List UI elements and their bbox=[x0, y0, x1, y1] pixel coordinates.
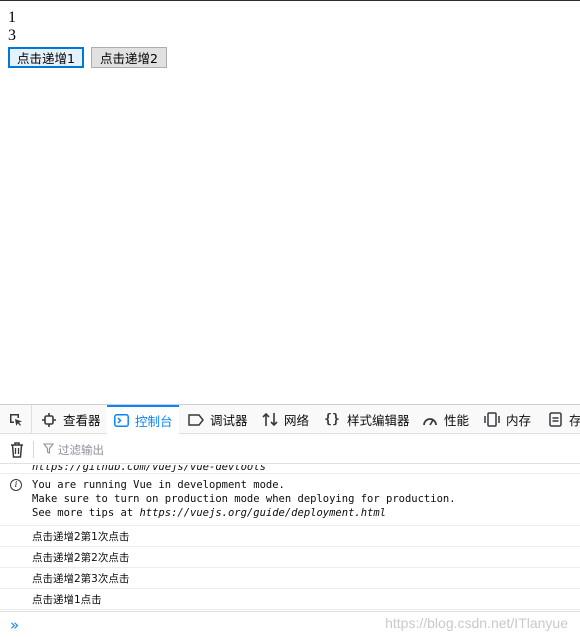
tab-memory[interactable]: 内存 bbox=[484, 405, 531, 434]
log-entry-message: 点击递增2第2次点击 bbox=[0, 547, 580, 568]
tab-storage-label: 存 bbox=[569, 413, 580, 428]
tab-console-label: 控制台 bbox=[135, 414, 173, 429]
log-entry-vue-info: i You are running Vue in development mod… bbox=[0, 474, 580, 526]
memory-icon bbox=[484, 412, 500, 428]
filter-funnel-icon bbox=[42, 442, 55, 457]
window-top-border bbox=[0, 0, 580, 1]
increment-2-button[interactable]: 点击递增2 bbox=[90, 47, 167, 68]
vue-info-line-1: You are running Vue in development mode. bbox=[32, 479, 285, 491]
log-entry-message: 点击递增1点击 bbox=[0, 589, 580, 610]
tab-debugger-label: 调试器 bbox=[210, 413, 248, 428]
log-message-text: 点击递增2第3次点击 bbox=[32, 572, 130, 585]
tab-inspector-label: 查看器 bbox=[63, 413, 101, 428]
vue-info-line-3: See more tips at https://vuejs.org/guide… bbox=[32, 506, 580, 520]
log-message-text: 点击递增2第2次点击 bbox=[32, 551, 130, 564]
button-row: 点击递增1 点击递增2 bbox=[8, 47, 167, 68]
info-icon: i bbox=[10, 479, 22, 491]
debugger-icon bbox=[188, 412, 204, 428]
devtools-panel: 查看器 控制台 调试器 网络 {} 样式编辑器 性能 内存 存 过滤输出 htt… bbox=[0, 404, 580, 637]
filter-output-input[interactable]: 过滤输出 bbox=[42, 435, 104, 464]
storage-icon bbox=[547, 412, 563, 428]
log-entry-message: 点击递增2第3次点击 bbox=[0, 568, 580, 589]
log-message-text: 点击递增2第1次点击 bbox=[32, 530, 130, 543]
increment-1-button[interactable]: 点击递增1 bbox=[8, 47, 84, 68]
tab-performance-label: 性能 bbox=[444, 413, 470, 428]
filter-placeholder: 过滤输出 bbox=[58, 442, 104, 457]
toolbar-divider bbox=[33, 441, 34, 458]
value-line-1: 1 bbox=[8, 9, 16, 26]
console-output: https://github.com/vuejs/vue-devtools i … bbox=[0, 465, 580, 611]
performance-icon bbox=[422, 412, 438, 428]
inspector-icon bbox=[41, 412, 57, 428]
page-content: 1 3 点击递增1 点击递增2 bbox=[8, 9, 167, 68]
log-entry-message: 点击递增2第1次点击 bbox=[0, 526, 580, 547]
console-prompt-icon: » bbox=[10, 616, 20, 634]
devtools-tabbar: 查看器 控制台 调试器 网络 {} 样式编辑器 性能 内存 存 bbox=[0, 405, 580, 434]
clear-console-trash-icon[interactable] bbox=[9, 441, 25, 458]
network-icon bbox=[262, 412, 278, 428]
tab-debugger[interactable]: 调试器 bbox=[188, 405, 248, 434]
console-input[interactable]: » https://blog.csdn.net/ITlanyue bbox=[0, 611, 580, 637]
console-toolbar: 过滤输出 bbox=[0, 435, 580, 464]
devtools-link[interactable]: https://github.com/vuejs/vue-devtools bbox=[32, 465, 580, 474]
value-line-2: 3 bbox=[8, 27, 16, 44]
tab-style-editor-label: 样式编辑器 bbox=[347, 413, 410, 428]
log-message-text: 点击递增1点击 bbox=[32, 593, 102, 606]
deployment-guide-link[interactable]: https://vuejs.org/guide/deployment.html bbox=[139, 507, 386, 519]
tab-memory-label: 内存 bbox=[506, 413, 532, 428]
tab-network-label: 网络 bbox=[284, 413, 310, 428]
tab-storage[interactable]: 存 bbox=[547, 405, 580, 434]
vue-info-line-2: Make sure to turn on production mode whe… bbox=[32, 493, 456, 505]
tab-inspector[interactable]: 查看器 bbox=[41, 405, 101, 434]
tab-style-editor[interactable]: {} 样式编辑器 bbox=[323, 405, 410, 434]
log-entry-devtools-link: https://github.com/vuejs/vue-devtools bbox=[0, 465, 580, 474]
element-picker-icon[interactable] bbox=[0, 405, 32, 434]
braces-icon: {} bbox=[324, 412, 340, 427]
vue-info-prefix: See more tips at bbox=[32, 507, 140, 519]
tab-network[interactable]: 网络 bbox=[262, 405, 309, 434]
tab-console[interactable]: 控制台 bbox=[107, 405, 179, 434]
tab-performance[interactable]: 性能 bbox=[422, 405, 469, 434]
watermark: https://blog.csdn.net/ITlanyue bbox=[385, 615, 568, 631]
console-icon bbox=[113, 413, 129, 429]
